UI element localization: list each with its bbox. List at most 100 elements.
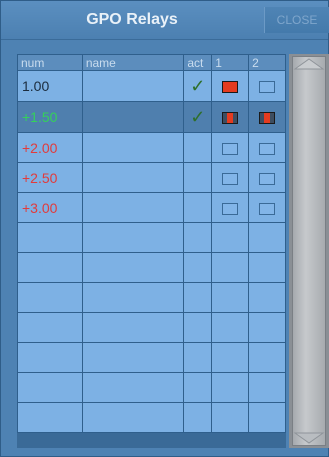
relay-toggle-box[interactable]	[222, 202, 239, 215]
relay-1-cell[interactable]	[211, 402, 250, 433]
num-cell[interactable]	[17, 402, 83, 433]
relay-table-frame: num name act 1 2 1.00 ✓ +1.50 ✓ +2.00 +2.50 +3…	[17, 54, 286, 448]
relay-1-cell[interactable]	[211, 372, 250, 403]
vertical-scrollbar[interactable]	[289, 54, 329, 448]
relay-1-cell[interactable]	[211, 132, 250, 163]
num-cell[interactable]	[17, 312, 83, 343]
name-cell[interactable]	[81, 252, 185, 283]
act-cell[interactable]: ✓	[183, 70, 213, 102]
name-cell[interactable]	[81, 342, 185, 373]
num-cell[interactable]: +1.50	[17, 101, 83, 133]
relay-2-cell[interactable]	[248, 342, 286, 373]
table-row[interactable]	[17, 402, 286, 433]
relay-2-cell[interactable]	[248, 222, 286, 253]
table-row[interactable]	[17, 222, 286, 253]
window-title: GPO Relays	[86, 11, 178, 28]
act-cell[interactable]	[183, 312, 213, 343]
relay-2-cell[interactable]	[248, 402, 286, 433]
act-cell[interactable]	[183, 192, 213, 223]
relay-toggle-box[interactable]	[259, 142, 276, 155]
column-header-num[interactable]: num	[17, 54, 83, 71]
relay-toggle-box[interactable]	[222, 142, 239, 155]
relay-1-cell[interactable]	[211, 192, 250, 223]
relay-2-cell[interactable]	[248, 162, 286, 193]
name-cell[interactable]	[81, 282, 185, 313]
name-cell[interactable]	[81, 70, 185, 102]
table-row[interactable]: 1.00 ✓	[17, 70, 286, 102]
relay-table: num name act 1 2 1.00 ✓ +1.50 ✓ +2.00 +2.50 +3…	[17, 54, 286, 433]
name-cell[interactable]	[81, 312, 185, 343]
table-row[interactable]	[17, 312, 286, 343]
act-cell[interactable]	[183, 342, 213, 373]
relay-1-cell[interactable]	[211, 252, 250, 283]
relay-1-cell[interactable]	[211, 101, 250, 133]
num-cell[interactable]: 1.00	[17, 70, 83, 102]
relay-toggle-box[interactable]	[259, 172, 276, 185]
column-header-relay-2[interactable]: 2	[248, 54, 286, 71]
relay-2-cell[interactable]	[248, 372, 286, 403]
relay-2-cell[interactable]	[248, 282, 286, 313]
checkmark-icon: ✓	[190, 76, 206, 96]
table-row[interactable]: +3.00	[17, 192, 286, 223]
num-cell[interactable]	[17, 372, 83, 403]
scroll-down-arrow-icon[interactable]	[293, 431, 325, 445]
act-cell[interactable]: ✓	[183, 101, 213, 133]
act-cell[interactable]	[183, 132, 213, 163]
act-cell[interactable]	[183, 162, 213, 193]
num-cell[interactable]	[17, 222, 83, 253]
relay-1-cell[interactable]	[211, 162, 250, 193]
act-cell[interactable]	[183, 222, 213, 253]
relay-2-cell[interactable]	[248, 252, 286, 283]
scroll-up-arrow-icon[interactable]	[293, 57, 325, 71]
relay-1-cell[interactable]	[211, 70, 250, 102]
table-row[interactable]: +2.50	[17, 162, 286, 193]
relay-2-cell[interactable]	[248, 132, 286, 163]
relay-toggle-box[interactable]	[259, 112, 276, 125]
table-row[interactable]	[17, 372, 286, 403]
relay-2-cell[interactable]	[248, 312, 286, 343]
relay-1-cell[interactable]	[211, 282, 250, 313]
table-row[interactable]	[17, 342, 286, 373]
table-row[interactable]	[17, 282, 286, 313]
relay-toggle-box[interactable]	[222, 112, 239, 125]
titlebar: GPO Relays CLOSE	[1, 1, 329, 40]
relay-toggle-box[interactable]	[259, 81, 276, 94]
name-cell[interactable]	[81, 101, 185, 133]
name-cell[interactable]	[81, 372, 185, 403]
name-cell[interactable]	[81, 222, 185, 253]
act-cell[interactable]	[183, 282, 213, 313]
name-cell[interactable]	[81, 192, 185, 223]
act-cell[interactable]	[183, 372, 213, 403]
relay-2-cell[interactable]	[248, 70, 286, 102]
num-cell[interactable]: +3.00	[17, 192, 83, 223]
relay-toggle-box[interactable]	[222, 81, 239, 94]
num-cell[interactable]	[17, 342, 83, 373]
act-cell[interactable]	[183, 402, 213, 433]
num-cell[interactable]: +2.00	[17, 132, 83, 163]
relay-2-cell[interactable]	[248, 192, 286, 223]
gpo-relays-window: GPO Relays CLOSE num name act 1 2 1.00 ✓…	[0, 0, 329, 457]
act-cell[interactable]	[183, 252, 213, 283]
name-cell[interactable]	[81, 132, 185, 163]
relay-toggle-box[interactable]	[222, 172, 239, 185]
table-row[interactable]: +2.00	[17, 132, 286, 163]
column-header-name[interactable]: name	[81, 54, 185, 71]
relay-toggle-box[interactable]	[259, 202, 276, 215]
relay-2-cell[interactable]	[248, 101, 286, 133]
relay-1-cell[interactable]	[211, 312, 250, 343]
name-cell[interactable]	[81, 402, 185, 433]
num-cell[interactable]	[17, 252, 83, 283]
close-button[interactable]: CLOSE	[264, 7, 329, 33]
column-header-relay-1[interactable]: 1	[211, 54, 250, 71]
checkmark-icon: ✓	[190, 107, 206, 127]
num-cell[interactable]	[17, 282, 83, 313]
table-row[interactable]: +1.50 ✓	[17, 101, 286, 133]
relay-1-cell[interactable]	[211, 342, 250, 373]
name-cell[interactable]	[81, 162, 185, 193]
relay-1-cell[interactable]	[211, 222, 250, 253]
scroll-track[interactable]	[292, 56, 326, 446]
table-row[interactable]	[17, 252, 286, 283]
num-cell[interactable]: +2.50	[17, 162, 83, 193]
column-header-act[interactable]: act	[183, 54, 213, 71]
table-header-row: num name act 1 2	[17, 54, 286, 71]
